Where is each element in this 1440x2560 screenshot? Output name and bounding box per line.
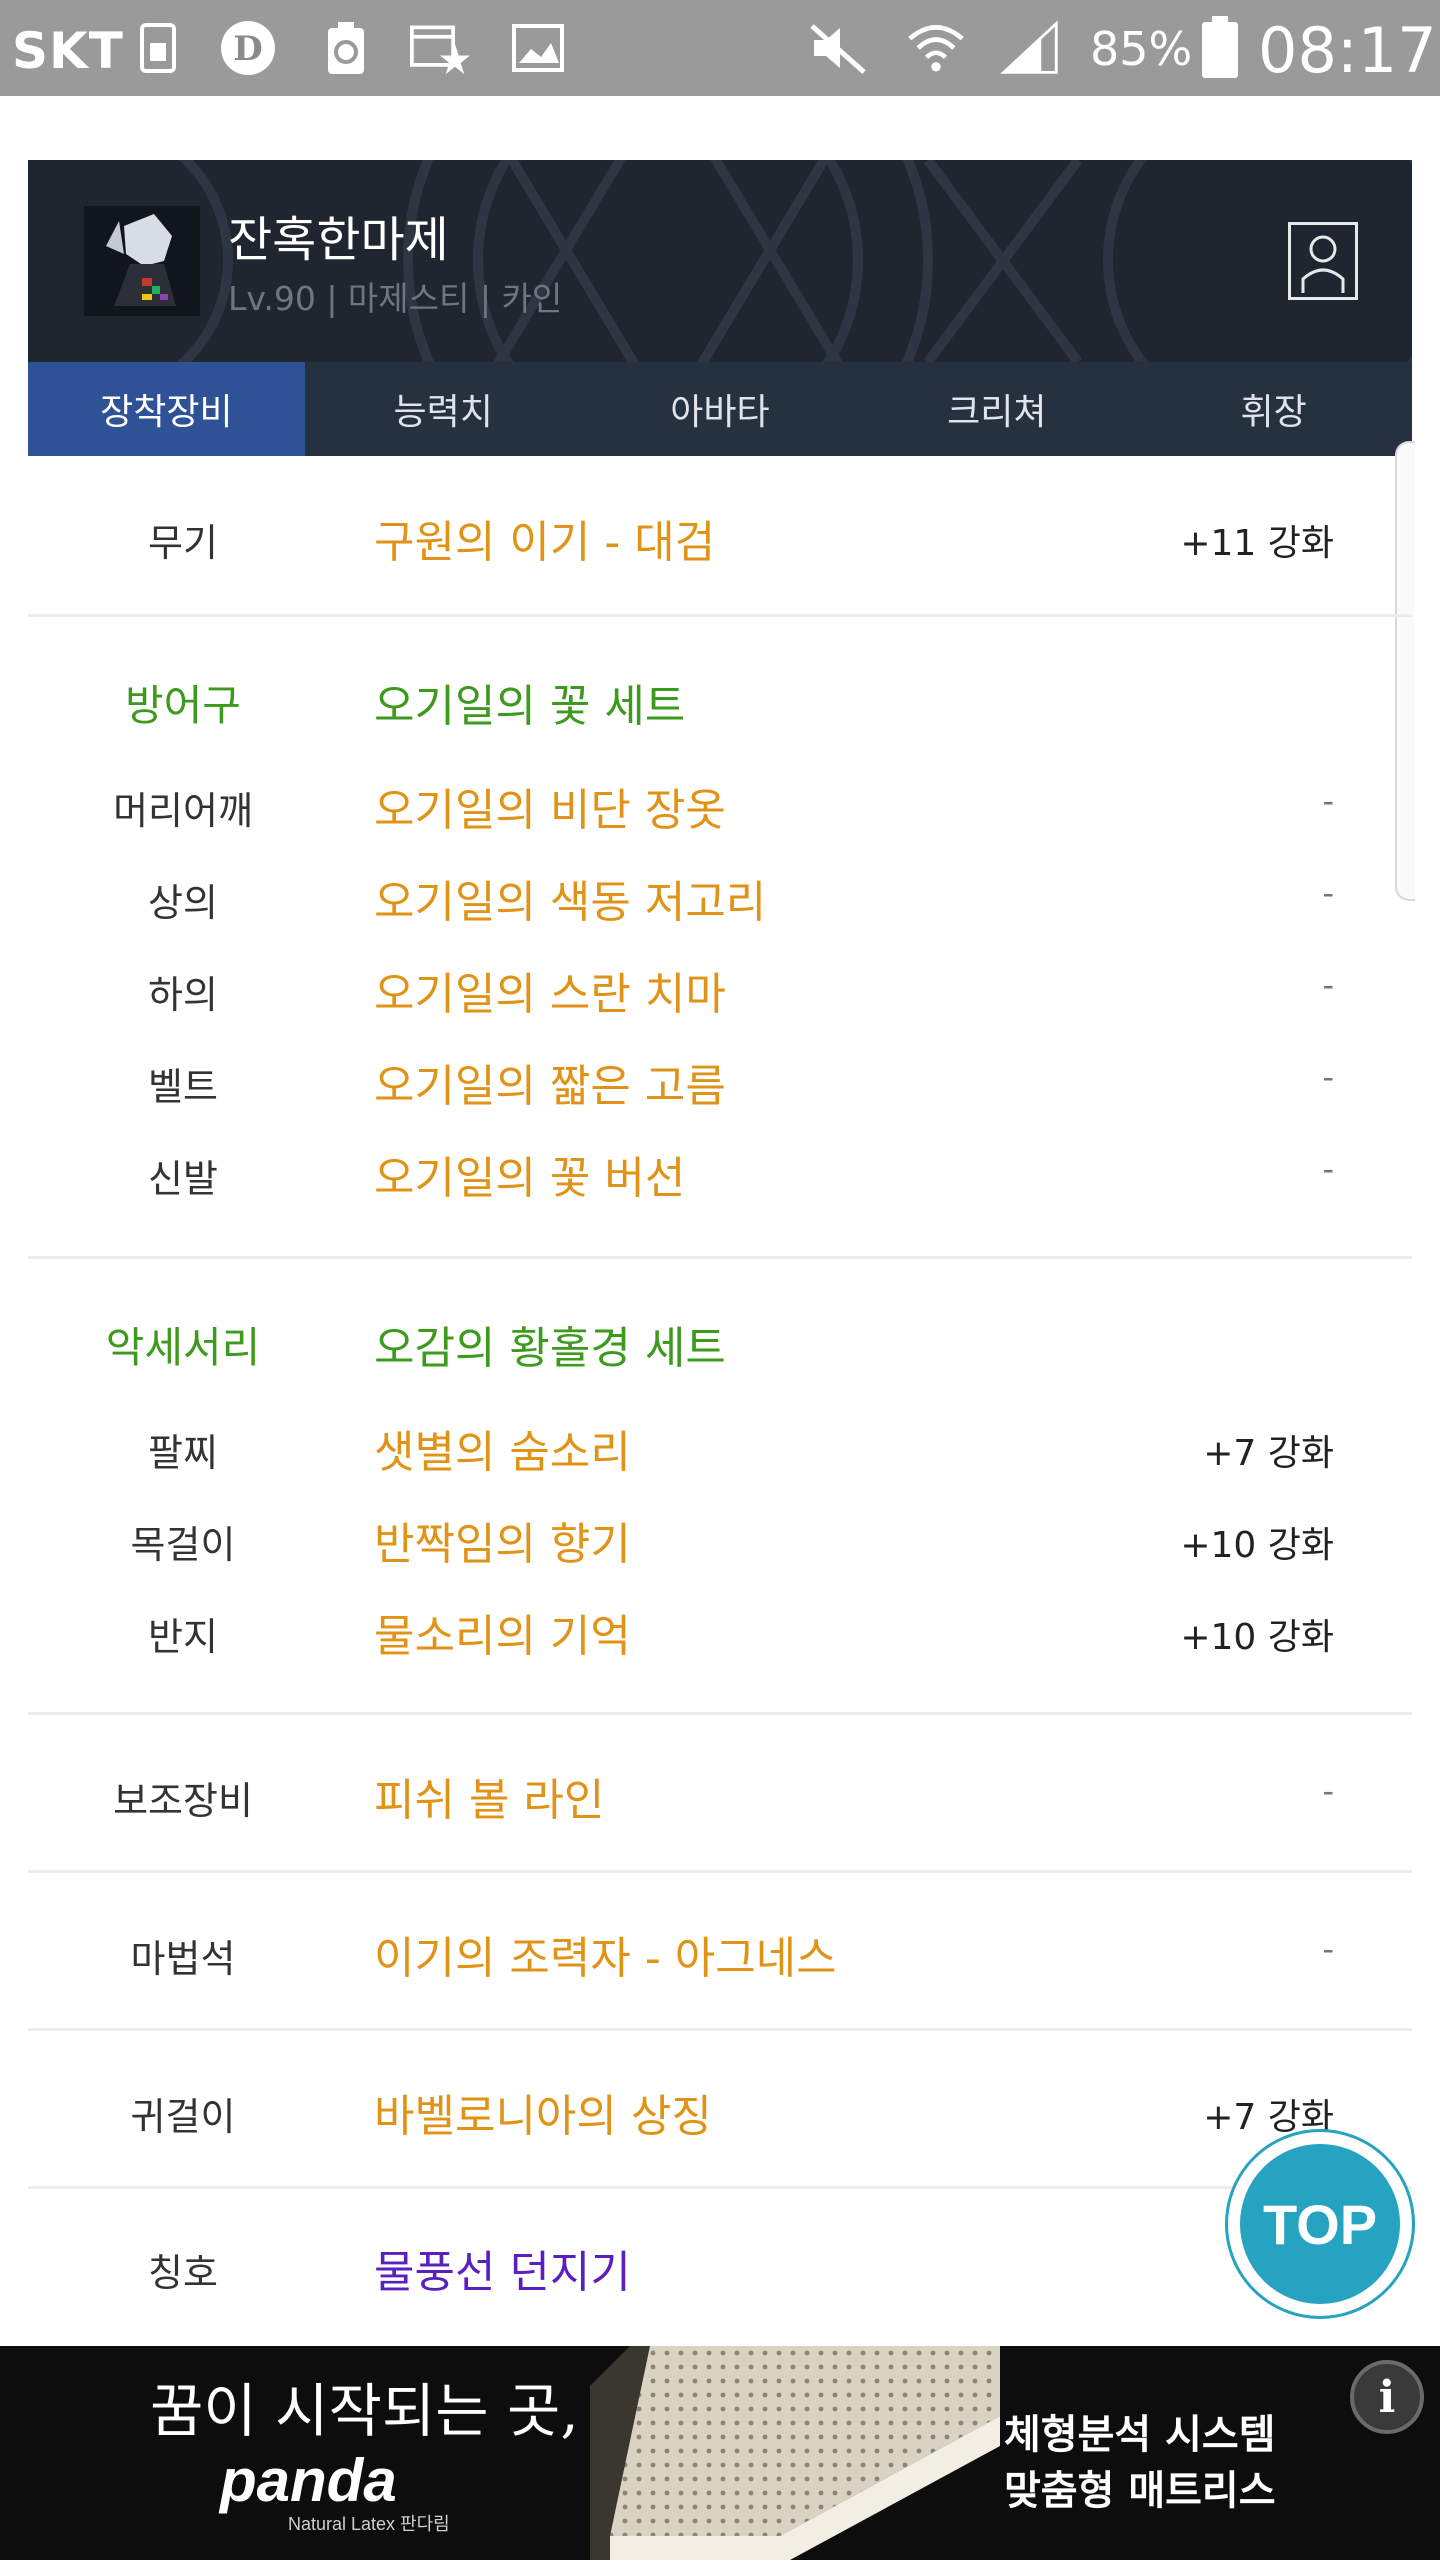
item-name: 이기의 조력자 - 아그네스 [374,1933,837,1984]
equipment-row[interactable]: 목걸이 반짝임의 향기 +10 강화 [28,1508,1412,1570]
set-header-row: 방어구 오기일의 꽃 세트 [28,670,1412,732]
slot-label: 목걸이 [130,1523,236,1567]
divider [28,2028,1412,2031]
info-icon[interactable]: i [1350,2360,1424,2434]
scroll-top-button[interactable]: TOP [1228,2132,1412,2316]
character-meta: Lv.90 | 마제스티 | 카인 [228,279,563,318]
equipment-row[interactable]: 상의 오기일의 색동 저고리 - [28,866,1412,928]
clock: 08:17 [1258,14,1437,87]
signal-icon [1000,18,1060,78]
slot-label: 귀걸이 [130,2095,236,2139]
enhance-level: +7 강화 [1203,1433,1334,1474]
mute-icon [808,18,868,78]
character-name: 잔혹한마제 [228,212,449,268]
ad-copy-line2: 맞춤형 매트리스 [1004,2468,1276,2514]
svg-text:D: D [233,29,262,69]
enhance-level: - [1322,1058,1334,1096]
profile-button[interactable] [1288,222,1358,300]
item-name: 물소리의 기억 [374,1611,631,1662]
item-name: 오기일의 짧은 고름 [374,1061,726,1112]
enhance-level: +11 강화 [1180,523,1334,564]
slot-label: 팔찌 [148,1431,218,1475]
set-name: 오감의 황홀경 세트 [374,1323,726,1374]
character-avatar [84,206,200,316]
enhance-level: - [1322,782,1334,820]
enhance-level: - [1322,1772,1334,1810]
sim-icon [128,18,188,78]
equipment-row[interactable]: 팔찌 샛별의 숨소리 +7 강화 [28,1416,1412,1478]
slot-label: 칭호 [148,2251,218,2295]
slot-label: 머리어깨 [113,789,253,833]
slot-label: 하의 [148,973,218,1017]
character-header: 잔혹한마제 Lv.90 | 마제스티 | 카인 [28,160,1412,362]
equipment-row[interactable]: 반지 물소리의 기억 +10 강화 [28,1600,1412,1662]
item-name: 샛별의 숨소리 [374,1427,631,1478]
tab-equipment[interactable]: 장착장비 [28,362,305,456]
item-name: 오기일의 비단 장옷 [374,785,726,836]
ad-banner[interactable]: 꿈이 시작되는 곳, panda Natural Latex 판다림 체형분석 … [0,2346,1440,2560]
equipment-row[interactable]: 귀걸이 바벨로니아의 상징 +7 강화 [28,2080,1412,2142]
slot-label: 반지 [148,1615,218,1659]
enhance-level: - [1322,874,1334,912]
daum-icon: D [218,18,278,78]
enhance-level: - [1322,1930,1334,1968]
tab-bar: 장착장비 능력치 아바타 크리쳐 휘장 [28,362,1412,456]
slot-label: 무기 [148,521,218,565]
slot-label: 신발 [148,1157,218,1201]
set-name: 오기일의 꽃 세트 [374,681,686,732]
mattress-image [590,2346,1000,2560]
divider [28,1712,1412,1715]
set-header-row: 악세서리 오감의 황홀경 세트 [28,1312,1412,1374]
brand-subtitle: Natural Latex 판다림 [288,2514,450,2534]
battery-icon [1190,16,1250,78]
divider [28,1256,1412,1259]
enhance-level: - [1322,1150,1334,1188]
category-label: 방어구 [125,681,241,730]
divider [28,614,1412,617]
tab-stats[interactable]: 능력치 [305,362,582,456]
battery-saver-icon [316,18,376,78]
equipment-row[interactable]: 하의 오기일의 스란 치마 - [28,958,1412,1020]
item-name: 반짝임의 향기 [374,1519,631,1570]
brand-logo: panda [220,2447,397,2514]
equipment-row[interactable]: 마법석 이기의 조력자 - 아그네스 - [28,1922,1412,1984]
divider [28,1870,1412,1873]
tab-creature[interactable]: 크리쳐 [858,362,1135,456]
ad-headline: 꿈이 시작되는 곳, [150,2377,579,2445]
equipment-row[interactable]: 머리어깨 오기일의 비단 장옷 - [28,774,1412,836]
item-name: 바벨로니아의 상징 [374,2091,712,2142]
page: 잔혹한마제 Lv.90 | 마제스티 | 카인 장착장비 능력치 아바타 크리쳐… [0,96,1440,2346]
item-name: 오기일의 스란 치마 [374,969,726,1020]
slot-label: 보조장비 [113,1779,253,1823]
enhance-level: - [1322,966,1334,1004]
person-icon [1301,235,1345,293]
image-icon [508,18,568,78]
slot-label: 상의 [148,881,218,925]
wifi-icon [906,18,966,78]
equipment-row[interactable]: 벨트 오기일의 짧은 고름 - [28,1050,1412,1112]
ad-copy-line1: 체형분석 시스템 [1004,2412,1276,2458]
status-bar: SKT D 85% 08:17 [0,0,1440,96]
tab-avatar[interactable]: 아바타 [582,362,859,456]
carrier-label: SKT [12,22,124,80]
divider [28,2186,1412,2189]
tab-emblem[interactable]: 휘장 [1135,362,1412,456]
equipment-row[interactable]: 칭호 물풍선 던지기 [28,2236,1412,2298]
item-name: 오기일의 색동 저고리 [374,877,767,928]
item-name: 피쉬 볼 라인 [374,1775,605,1826]
enhance-level: +10 강화 [1180,1617,1334,1658]
item-name: 물풍선 던지기 [374,2247,631,2298]
equipment-row[interactable]: 신발 오기일의 꽃 버선 - [28,1142,1412,1204]
category-label: 악세서리 [105,1323,261,1372]
slot-label: 벨트 [148,1065,218,1109]
equipment-row[interactable]: 보조장비 피쉬 볼 라인 - [28,1764,1412,1826]
calendar-star-icon [410,18,470,78]
equipment-row[interactable]: 무기 구원의 이기 - 대검 +11 강화 [28,506,1412,568]
slot-label: 마법석 [130,1937,236,1981]
battery-percent: 85% [1090,22,1193,76]
enhance-level: +10 강화 [1180,1525,1334,1566]
item-name: 구원의 이기 - 대검 [374,517,716,568]
item-name: 오기일의 꽃 버선 [374,1153,686,1204]
